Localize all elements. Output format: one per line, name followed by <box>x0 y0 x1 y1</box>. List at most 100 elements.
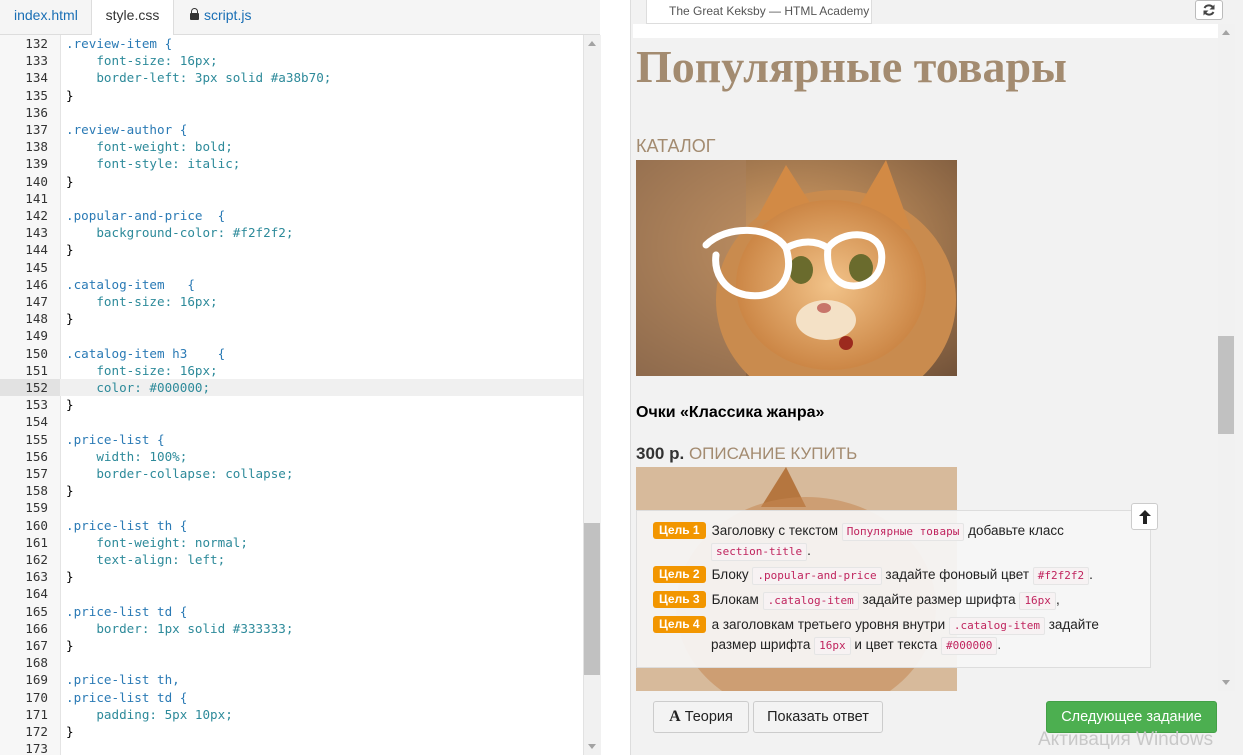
code-line[interactable]: 167} <box>0 637 583 654</box>
code-line[interactable]: 137 .review-author { <box>0 121 583 138</box>
line-number: 157 <box>25 466 48 481</box>
code-chip: 16px <box>814 637 851 655</box>
code-line[interactable]: 151 font-size: 16px; <box>0 362 583 379</box>
code-line[interactable]: 160 .price-list th { <box>0 517 583 534</box>
code-line[interactable]: 158} <box>0 482 583 499</box>
goal-text: задайте <box>1044 617 1099 632</box>
preview-tab[interactable]: The Great Keksby — HTML Academy <box>646 0 872 24</box>
code-line[interactable]: 155 .price-list { <box>0 431 583 448</box>
code-line[interactable]: 161 font-weight: normal; <box>0 534 583 551</box>
code-line[interactable]: 148} <box>0 310 583 327</box>
code-line[interactable]: 154 <box>0 413 583 430</box>
show-answer-button[interactable]: Показать ответ <box>753 701 883 733</box>
goal-text: . <box>1089 567 1093 582</box>
code-line[interactable]: 164 <box>0 585 583 602</box>
line-number: 141 <box>25 190 48 206</box>
tab-label: style.css <box>105 7 160 23</box>
scrollbar-thumb[interactable] <box>584 523 600 675</box>
line-number: 163 <box>25 569 48 585</box>
code-line[interactable]: 140} <box>0 173 583 190</box>
code-text: .price-list th, <box>66 672 180 688</box>
goal-text: задайте размер шрифта <box>858 592 1020 607</box>
refresh-icon <box>1203 4 1215 16</box>
code-line[interactable]: 166 border: 1px solid #333333; <box>0 620 583 637</box>
code-line[interactable]: 157 border-collapse: collapse; <box>0 465 583 482</box>
goal-text: задайте фоновый цвет <box>881 567 1033 582</box>
code-line[interactable]: 135} <box>0 87 583 104</box>
code-line[interactable]: 159 <box>0 499 583 516</box>
scroll-down-arrow-icon[interactable] <box>1222 680 1230 685</box>
goal-text: добавьте класс <box>964 523 1064 538</box>
windows-activation-watermark: Активация Windows <box>1038 729 1214 750</box>
code-line[interactable]: 134 border-left: 3px solid #a38b70; <box>0 69 583 86</box>
line-number: 165 <box>25 603 48 619</box>
code-line[interactable]: 170 .price-list td { <box>0 689 583 706</box>
code-text: .price-list th { <box>66 517 188 533</box>
code-line-active[interactable]: 152 color: #000000; <box>0 379 583 397</box>
goal-badge: Цель 2 <box>653 566 706 583</box>
code-line[interactable]: 168 <box>0 654 583 671</box>
code-line[interactable]: 150 .catalog-item h3 { <box>0 345 583 362</box>
line-number: 135 <box>25 87 48 103</box>
scrollbar-thumb[interactable] <box>1218 336 1234 434</box>
scroll-up-arrow-icon[interactable] <box>588 41 596 46</box>
line-number: 139 <box>25 156 48 172</box>
line-number: 136 <box>25 104 48 120</box>
goal-text: , <box>1055 592 1060 607</box>
code-line[interactable]: 169 .price-list th, <box>0 671 583 688</box>
refresh-button[interactable] <box>1195 0 1223 20</box>
catalog-label[interactable]: КАТАЛОГ <box>636 136 715 157</box>
line-number: 166 <box>25 620 48 636</box>
tab-index-html[interactable]: index.html <box>14 0 78 34</box>
code-text: background-color: #f2f2f2; <box>66 225 294 241</box>
line-number: 142 <box>25 208 48 223</box>
line-number: 170 <box>25 689 48 705</box>
code-line[interactable]: 144} <box>0 241 583 258</box>
cat-with-glasses-image <box>636 160 957 376</box>
cat-photo-illustration <box>636 160 957 376</box>
description-buy-links[interactable]: ОПИСАНИЕ КУПИТЬ <box>689 444 857 463</box>
code-line[interactable]: 139 font-style: italic; <box>0 155 583 172</box>
goal-badge: Цель 3 <box>653 591 706 608</box>
code-line[interactable]: 145 <box>0 259 583 276</box>
code-line[interactable]: 132 .review-item { <box>0 35 583 52</box>
code-line[interactable]: 146 .catalog-item { <box>0 276 583 293</box>
code-line[interactable]: 142 .popular-and-price { <box>0 207 583 224</box>
code-text: .review-item { <box>66 36 173 51</box>
arrow-up-icon <box>1139 510 1151 524</box>
code-line[interactable]: 153} <box>0 396 583 413</box>
code-line[interactable]: 172} <box>0 723 583 740</box>
goal-badge: Цель 4 <box>653 616 706 633</box>
code-line[interactable]: 147 font-size: 16px; <box>0 293 583 310</box>
code-line[interactable]: 165 .price-list td { <box>0 603 583 620</box>
collapse-tasks-button[interactable] <box>1131 503 1158 530</box>
code-chip: Популярные товары <box>841 523 965 541</box>
code-line[interactable]: 163} <box>0 568 583 585</box>
code-line[interactable]: 162 text-align: left; <box>0 551 583 568</box>
tab-script-js[interactable]: script.js <box>190 0 251 34</box>
code-line[interactable]: 173 <box>0 740 583 755</box>
code-line[interactable]: 143 background-color: #f2f2f2; <box>0 224 583 241</box>
tab-style-css[interactable]: style.css <box>91 0 174 35</box>
code-line[interactable]: 149 <box>0 327 583 344</box>
line-number: 149 <box>25 328 48 344</box>
code-line[interactable]: 171 padding: 5px 10px; <box>0 706 583 723</box>
code-line[interactable]: 156 width: 100%; <box>0 448 583 465</box>
preview-scrollbar[interactable] <box>1218 24 1235 691</box>
line-number: 172 <box>25 724 48 739</box>
line-number: 132 <box>25 36 48 51</box>
tab-label: script.js <box>204 7 252 23</box>
code-text: } <box>66 87 74 103</box>
editor-scrollbar[interactable] <box>583 35 601 755</box>
next-task-label: Следующее задание <box>1061 709 1202 725</box>
theory-button[interactable]: А Теория <box>653 701 749 733</box>
scroll-up-arrow-icon[interactable] <box>1222 30 1230 35</box>
code-line[interactable]: 141 <box>0 190 583 207</box>
code-text: } <box>66 242 74 258</box>
scroll-down-arrow-icon[interactable] <box>588 744 596 749</box>
code-line[interactable]: 133 font-size: 16px; <box>0 52 583 69</box>
code-line[interactable]: 138 font-weight: bold; <box>0 138 583 155</box>
code-line[interactable]: 136 <box>0 104 583 121</box>
code-text: .price-list { <box>66 431 165 447</box>
code-area[interactable]: 132 .review-item { 133 font-size: 16px; 1… <box>0 35 583 755</box>
